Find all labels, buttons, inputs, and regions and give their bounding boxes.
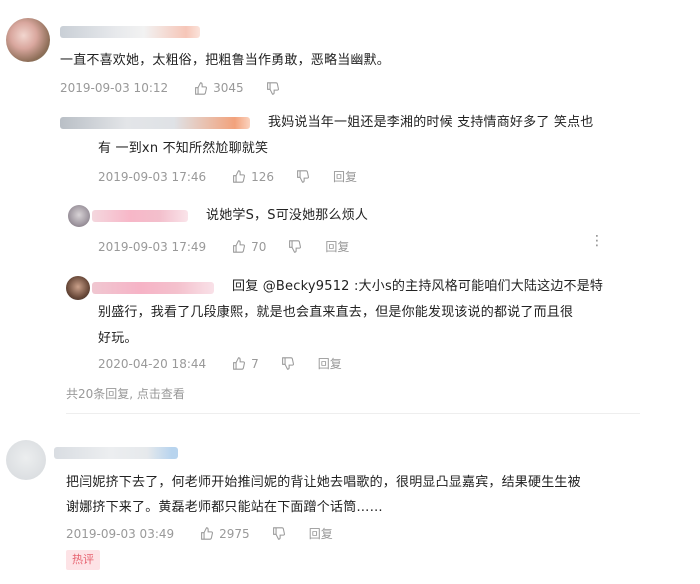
reply-text-line: 别盛行，我看了几段康熙，就是也会直来直去，但是你能发现该说的都说了而且很 bbox=[98, 305, 574, 320]
thumbs-down-icon bbox=[289, 240, 302, 253]
reply-date: 2019-09-03 17:46 bbox=[98, 169, 207, 184]
reply-button[interactable]: 回复 bbox=[325, 238, 349, 255]
dislike-button[interactable] bbox=[266, 81, 279, 95]
thumbs-down-icon bbox=[297, 170, 310, 183]
reply-meta: 2020-04-20 18:44 7 回复 bbox=[98, 355, 342, 372]
more-options-icon[interactable]: ⋮ bbox=[590, 234, 604, 248]
like-count: 3045 bbox=[213, 81, 244, 95]
like-button[interactable]: 7 bbox=[232, 357, 259, 371]
reply-text-line: 有 一到xn 不知所然尬聊就笑 bbox=[98, 141, 269, 156]
thumbs-down-icon bbox=[272, 527, 285, 540]
dislike-button[interactable] bbox=[272, 527, 285, 540]
dislike-button[interactable] bbox=[281, 357, 294, 370]
reply-text-line: 我妈说当年一姐还是李湘的时候 支持情商好多了 笑点也 bbox=[268, 115, 594, 130]
avatar[interactable] bbox=[6, 440, 46, 480]
username-blurred[interactable] bbox=[92, 210, 188, 222]
thumbs-up-icon bbox=[233, 357, 246, 370]
username-blurred[interactable] bbox=[92, 282, 214, 294]
reply-text-line: 回复 @Becky9512 :大小s的主持风格可能咱们大陆这边不是特 bbox=[232, 279, 604, 294]
reply-date: 2020-04-20 18:44 bbox=[98, 356, 207, 371]
reply-button[interactable]: 回复 bbox=[333, 168, 357, 185]
thumbs-down-icon bbox=[281, 357, 294, 370]
view-all-replies-link[interactable]: 共20条回复, 点击查看 bbox=[66, 385, 185, 402]
thumbs-up-icon bbox=[233, 170, 246, 183]
reply-text-line: 好玩。 bbox=[98, 331, 138, 346]
thumbs-up-icon bbox=[233, 240, 246, 253]
like-button[interactable]: 3045 bbox=[194, 81, 244, 95]
comment-date: 2019-09-03 10:12 bbox=[60, 81, 169, 95]
like-count: 7 bbox=[251, 356, 259, 371]
like-button[interactable]: 70 bbox=[232, 240, 266, 254]
thumbs-up-icon bbox=[195, 81, 208, 95]
reply-meta: 2019-09-03 17:46 126 回复 bbox=[98, 168, 357, 185]
comment-meta: 2019-09-03 10:12 3045 bbox=[60, 81, 303, 95]
username-blurred[interactable] bbox=[54, 447, 178, 459]
comment-text: 一直不喜欢她，太粗俗，把粗鲁当作勇敢，恶略当幽默。 bbox=[60, 53, 391, 68]
comment-text-line: 把闫妮挤下去了，何老师开始推闫妮的背让她去唱歌的，很明显凸显嘉宾，结果硬生生被 bbox=[66, 475, 581, 490]
reply-text: 说她学S，S可没她那么烦人 bbox=[206, 208, 369, 223]
reply-meta: 2019-09-03 17:49 70 回复 bbox=[98, 238, 349, 255]
dislike-button[interactable] bbox=[296, 170, 310, 183]
reply-button[interactable]: 回复 bbox=[318, 355, 342, 372]
like-count: 70 bbox=[251, 239, 267, 254]
avatar[interactable] bbox=[6, 18, 50, 62]
thumbs-up-icon bbox=[201, 527, 214, 540]
avatar[interactable] bbox=[68, 205, 90, 227]
like-count: 2975 bbox=[219, 526, 250, 541]
thumbs-down-icon bbox=[266, 81, 279, 95]
divider bbox=[66, 413, 640, 414]
avatar[interactable] bbox=[66, 276, 90, 300]
comment-text-line: 谢娜挤下来了。黄磊老师都只能站在下面蹭个话筒…… bbox=[66, 500, 383, 515]
comment-meta: 2019-09-03 03:49 2975 回复 bbox=[66, 525, 333, 542]
reply-button[interactable]: 回复 bbox=[309, 525, 333, 542]
like-button[interactable]: 2975 bbox=[200, 527, 250, 541]
dislike-button[interactable] bbox=[288, 240, 302, 253]
like-count: 126 bbox=[251, 169, 275, 184]
hot-comment-badge: 热评 bbox=[66, 550, 100, 570]
username-blurred[interactable] bbox=[60, 117, 250, 129]
like-button[interactable]: 126 bbox=[232, 170, 274, 184]
comment-date: 2019-09-03 03:49 bbox=[66, 526, 175, 541]
reply-date: 2019-09-03 17:49 bbox=[98, 239, 207, 254]
username-blurred[interactable] bbox=[60, 26, 200, 38]
